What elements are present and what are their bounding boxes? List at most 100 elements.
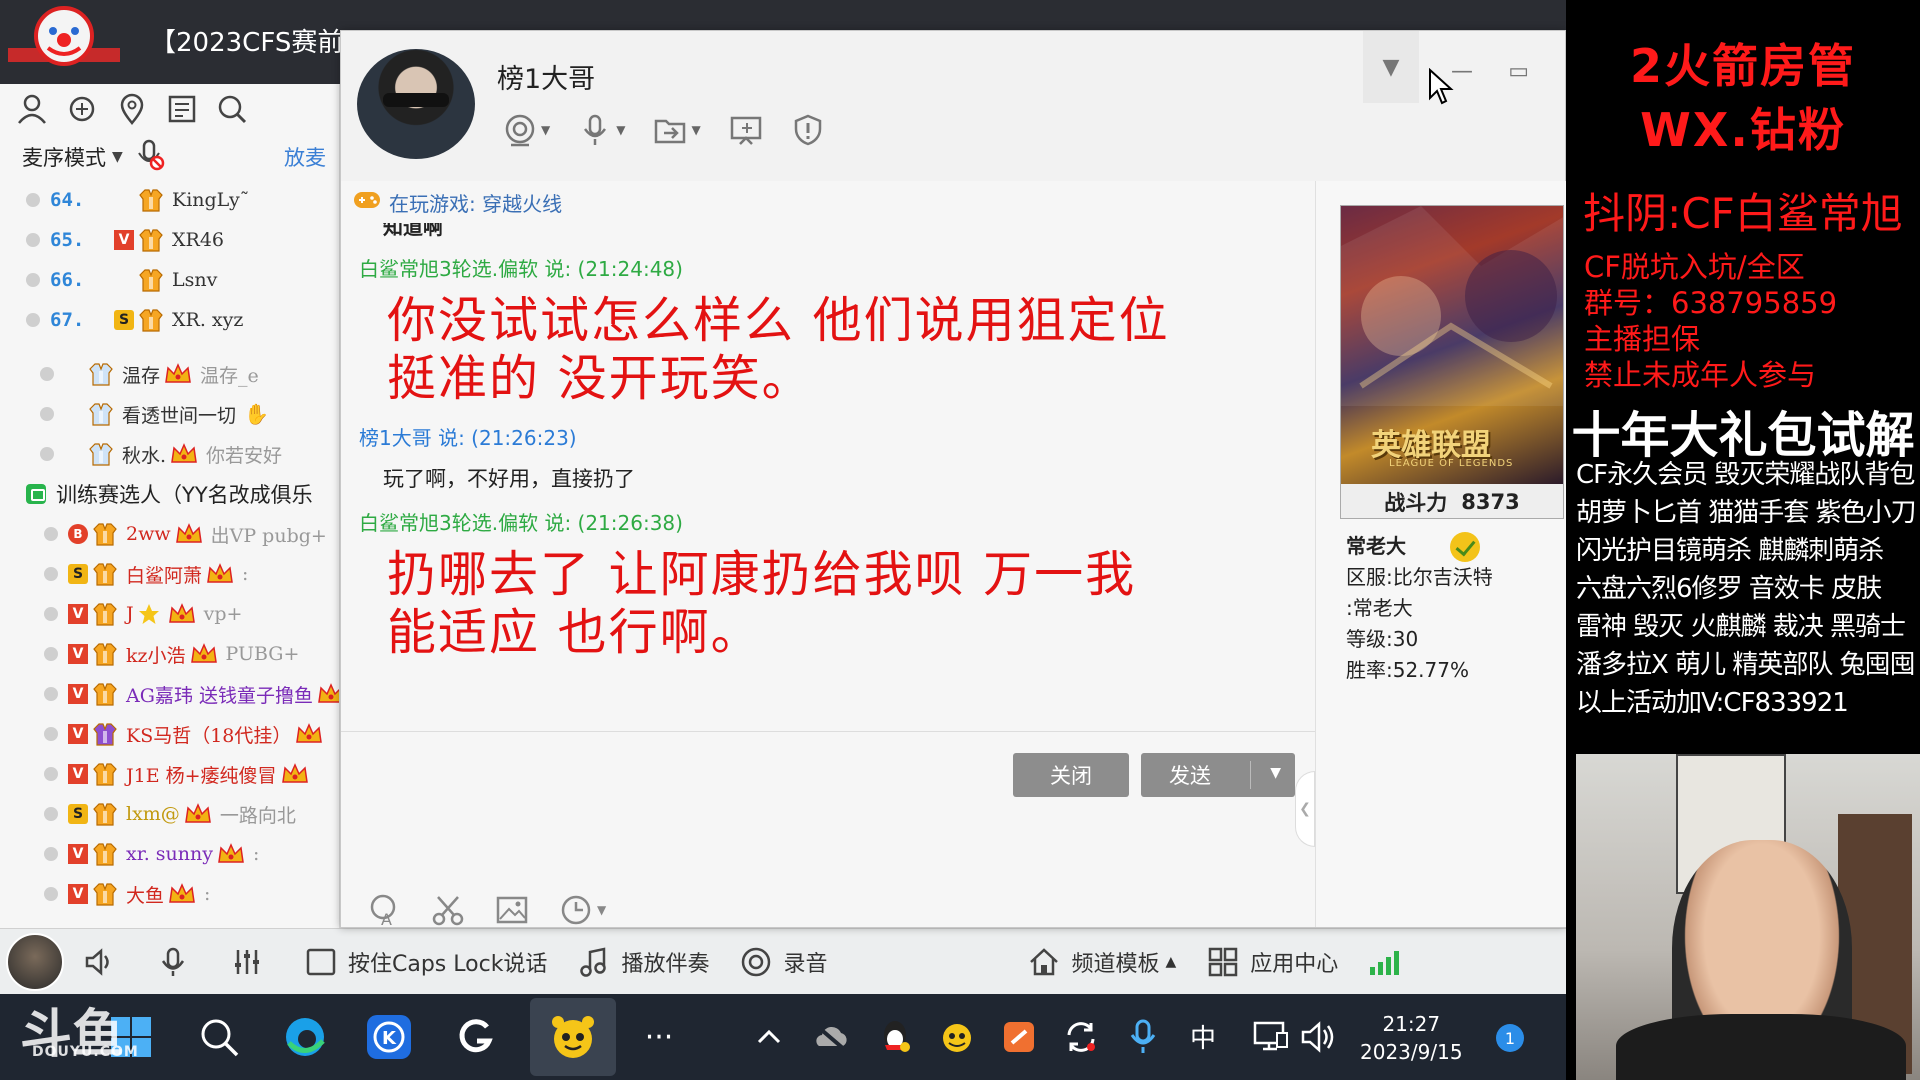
member-list-b: B 2ww 出VP pubg+ S 白鲨阿萧: V Jvp+ Vkz小浩 PUBG+ V AG嘉玮 … (0, 514, 339, 914)
security-button[interactable] (791, 113, 825, 147)
member-item[interactable]: V AG嘉玮 送钱童子撸鱼 (0, 674, 339, 714)
cloud-off-tray-icon[interactable] (806, 1012, 856, 1062)
font-style-icon[interactable]: A (367, 893, 401, 927)
member-item[interactable]: Slxm@ 一路向北 (0, 794, 339, 834)
crown-icon (207, 563, 233, 583)
send-options-dropdown[interactable]: ▼ (1270, 765, 1281, 781)
volume-tray-icon[interactable] (1294, 1012, 1344, 1062)
my-avatar[interactable] (6, 932, 64, 991)
speaker-button[interactable] (82, 945, 126, 979)
mic-tray-icon[interactable] (1118, 1012, 1168, 1062)
chevron-down-icon[interactable]: ▼ (112, 149, 123, 165)
member-name: XR. xyz (172, 309, 244, 331)
member-list-a: 温存 温存_e 看透世间一切 ✋ 秋水. 你若安好 (0, 354, 339, 474)
member-item[interactable]: Vkz小浩 PUBG+ (0, 634, 339, 674)
vest-role-icon (93, 523, 117, 546)
chevron-down-icon: ▼ (616, 123, 626, 137)
share-screen-button[interactable] (729, 113, 763, 147)
member-item[interactable]: V 大鱼: (0, 874, 339, 914)
member-item[interactable]: V J1E 杨+痿纯傻冒 (0, 754, 339, 794)
minimize-button[interactable]: — (1451, 59, 1473, 84)
g-app-button[interactable] (450, 1012, 500, 1062)
mic-queue-item[interactable]: 65. V XR46 (0, 220, 339, 260)
game-status: 在玩游戏: 穿越火线 (341, 181, 1315, 223)
release-mic-link[interactable]: 放麦 (284, 142, 326, 172)
member-item[interactable]: 看透世间一切 ✋ (0, 394, 339, 434)
more-apps-button[interactable]: ··· (634, 1012, 684, 1062)
message-header: 白鲨常旭3轮选.偏软 说: (21:24:48) (359, 257, 683, 281)
kugou-button[interactable]: K (364, 1012, 414, 1062)
member-item[interactable]: B 2ww 出VP pubg+ (0, 514, 339, 554)
equalizer-button[interactable] (230, 945, 274, 979)
mic-queue-item[interactable]: 67. S XR. xyz (0, 300, 339, 340)
star-icon (138, 604, 159, 624)
speaker-icon (82, 945, 116, 979)
member-item[interactable]: 秋水. 你若安好 (0, 434, 339, 474)
clock-time: 21:27 (1382, 1012, 1441, 1036)
member-item[interactable]: V Jvp+ (0, 594, 339, 634)
send-file-button[interactable]: ▼ (653, 113, 701, 147)
collapse-side-tab[interactable]: ❮ (1295, 771, 1315, 847)
folder-send-icon (655, 119, 686, 144)
user-icon[interactable] (14, 91, 50, 127)
voice-call-button[interactable]: ▼ (578, 113, 625, 147)
microphone-button[interactable] (156, 945, 200, 979)
show-hidden-icons-button[interactable] (744, 1012, 794, 1062)
mic-mode-dropdown[interactable]: 麦序模式 (22, 142, 106, 172)
push-to-talk-toggle[interactable]: 按住Caps Lock说话 (304, 945, 547, 979)
mic-muted-icon[interactable] (135, 139, 165, 176)
video-call-button[interactable]: ▼ (503, 113, 550, 147)
notice-board-icon[interactable] (164, 91, 200, 127)
status-dot (44, 687, 58, 701)
notification-badge[interactable]: 1 (1496, 1024, 1524, 1052)
member-item[interactable]: S 白鲨阿萧: (0, 554, 339, 594)
yy-tray-icon[interactable] (932, 1012, 982, 1062)
system-clock[interactable]: 21:27 2023/9/15 (1360, 1010, 1463, 1066)
history-button[interactable]: ▼ (559, 893, 606, 927)
app-tray-icon[interactable] (994, 1012, 1044, 1062)
member-item[interactable]: Vxr. sunny: (0, 834, 339, 874)
overlay-line-2: WX.钻粉 (1640, 103, 1846, 157)
crown-icon (190, 643, 217, 663)
contact-avatar[interactable] (357, 49, 475, 159)
overlay-line-1: 2火箭房管 (1629, 39, 1856, 93)
douyu-watermark: 斗鱼 DOUYU.COM (20, 992, 138, 1067)
qq-tray-icon[interactable] (870, 1012, 920, 1062)
sync-tray-icon[interactable] (1056, 1012, 1106, 1062)
location-icon[interactable] (114, 91, 150, 127)
taskbar-search-button[interactable] (194, 1012, 244, 1062)
record-button[interactable]: 录音 (739, 945, 827, 979)
mic-queue-item[interactable]: 66. Lsnⅴ (0, 260, 339, 300)
image-icon[interactable] (495, 893, 529, 927)
refresh-chat-icon[interactable] (64, 91, 100, 127)
message-body: 扔哪去了 让阿康扔给我呗 万一我 能适应 也行啊。 (359, 546, 1315, 662)
ime-indicator[interactable]: 中 (1190, 1018, 1216, 1055)
game-card[interactable]: 英雄联盟 LEAGUE OF LEGENDS 战斗力 8373 (1340, 205, 1564, 519)
network-tray-icon[interactable] (1246, 1012, 1296, 1062)
level-badge: B (68, 524, 88, 544)
edge-browser-button[interactable] (280, 1012, 330, 1062)
window-menu-button[interactable]: ▼ (1363, 31, 1419, 103)
close-button[interactable]: 关闭 (1013, 753, 1129, 797)
member-name: 看透世间一切 (122, 404, 237, 427)
maximize-button[interactable]: ▭ (1508, 59, 1529, 84)
send-button[interactable]: 发送 ▼ (1141, 753, 1295, 797)
search-icon[interactable] (214, 91, 250, 127)
mic-queue-item[interactable]: 64. KingLy˜ (0, 180, 339, 220)
member-item[interactable]: V KS马哲（18代挂） (0, 714, 339, 754)
member-item[interactable]: 温存 温存_e (0, 354, 339, 394)
group-training-selection[interactable]: 训练赛选人（YY名改成俱乐 (0, 474, 339, 514)
crown-icon (318, 683, 339, 703)
vest-role-icon (93, 643, 117, 666)
svip-badge: S (68, 564, 88, 584)
yy-app-button[interactable] (548, 1012, 598, 1062)
play-accompaniment-button[interactable]: 播放伴奏 (577, 945, 709, 979)
vip-badge: V (68, 684, 88, 704)
screenshot-scissors-icon[interactable] (431, 893, 465, 927)
member-name: KingLy˜ (172, 189, 250, 211)
channel-template-button[interactable]: 频道模板 ▲ (1027, 945, 1176, 979)
chevron-down-icon: ▼ (1382, 54, 1400, 80)
member-signature: PUBG+ (225, 643, 300, 665)
app-center-button[interactable]: 应用中心 (1206, 945, 1338, 979)
checkbox-icon (304, 945, 338, 979)
